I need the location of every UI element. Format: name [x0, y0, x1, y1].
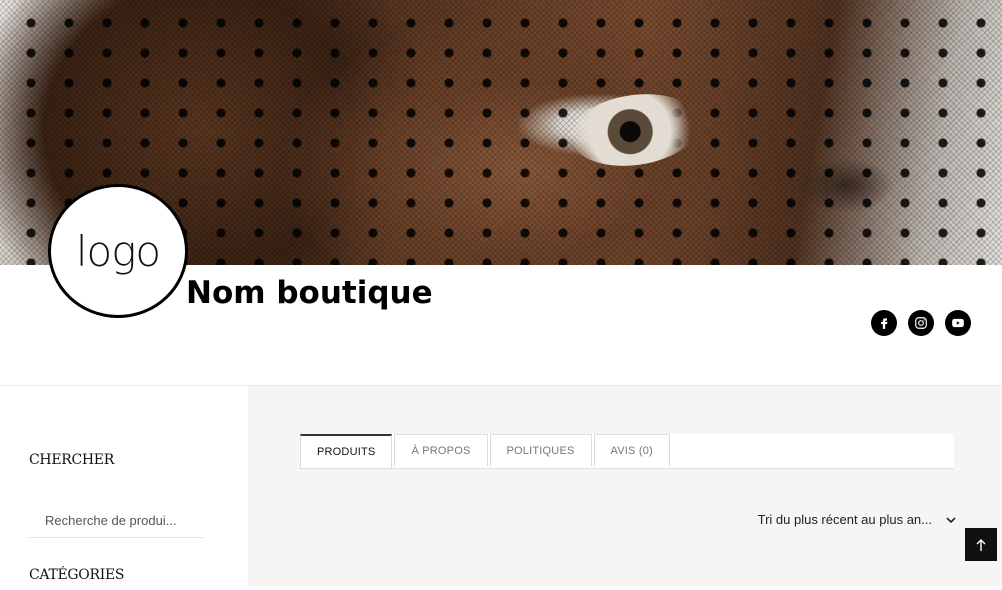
- youtube-icon[interactable]: [945, 310, 971, 336]
- page-bottom-strip: [0, 586, 1002, 590]
- shop-content: PRODUITS À PROPOS POLITIQUES AVIS (0) Tr…: [248, 386, 1002, 586]
- arrow-up-icon: [976, 538, 986, 551]
- search-heading: CHERCHER: [29, 452, 114, 468]
- social-links: [871, 310, 971, 336]
- tab-reviews[interactable]: AVIS (0): [593, 434, 670, 466]
- chevron-down-icon: [946, 516, 956, 523]
- instagram-icon[interactable]: [908, 310, 934, 336]
- tab-policies[interactable]: POLITIQUES: [489, 434, 592, 466]
- facebook-icon[interactable]: [871, 310, 897, 336]
- sort-dropdown[interactable]: Tri du plus récent au plus an...: [758, 512, 956, 527]
- sidebar: CHERCHER CATÉGORIES: [0, 386, 248, 590]
- tab-products[interactable]: PRODUITS: [300, 434, 393, 468]
- product-search-input[interactable]: [29, 504, 204, 538]
- categories-heading: CATÉGORIES: [29, 567, 125, 583]
- shop-logo: logo: [48, 184, 188, 318]
- sort-label: Tri du plus récent au plus an...: [757, 512, 932, 527]
- shop-tabs: PRODUITS À PROPOS POLITIQUES AVIS (0): [300, 434, 954, 469]
- tab-about[interactable]: À PROPOS: [394, 434, 488, 466]
- back-to-top-button[interactable]: [965, 528, 997, 561]
- shop-name: Nom boutique: [186, 275, 433, 311]
- logo-text: logo: [75, 226, 161, 276]
